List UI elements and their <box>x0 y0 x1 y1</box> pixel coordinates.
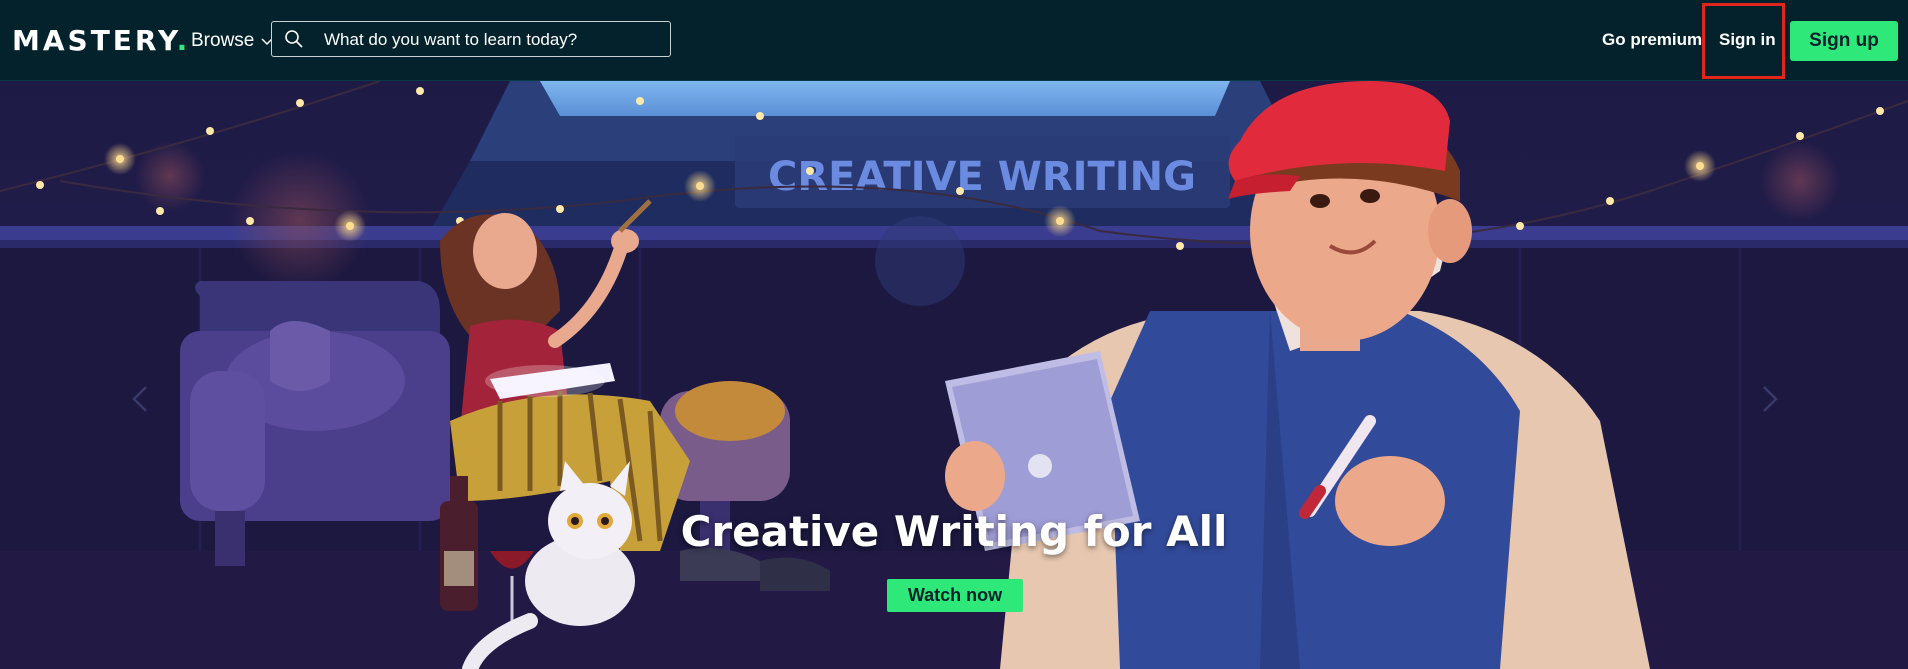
watch-now-button[interactable]: Watch now <box>887 579 1023 612</box>
chevron-right-icon[interactable] <box>1750 381 1786 417</box>
logo-text: MASTERY <box>12 24 177 57</box>
search-input[interactable] <box>322 26 656 54</box>
mastery-logo[interactable]: MASTERY. <box>12 24 190 58</box>
search-bar[interactable] <box>271 21 671 57</box>
hero-title: Creative Writing for All <box>680 507 1228 556</box>
sign-up-button[interactable]: Sign up <box>1790 21 1898 61</box>
banner-text: CREATIVE WRITING <box>768 154 1196 200</box>
browse-label: Browse <box>191 30 255 51</box>
browse-menu[interactable]: Browse <box>191 26 274 56</box>
search-icon <box>285 30 303 48</box>
go-premium-link[interactable]: Go premium <box>1602 28 1702 52</box>
sign-in-link[interactable]: Sign in <box>1719 28 1776 52</box>
logo-dot: . <box>176 24 191 57</box>
top-navbar: MASTERY. Browse Go premium Sign in Sign … <box>0 0 1908 81</box>
chevron-left-icon[interactable] <box>124 381 160 417</box>
hero-carousel: CREATIVE WRITING Creative Writing for Al… <box>0 81 1908 669</box>
